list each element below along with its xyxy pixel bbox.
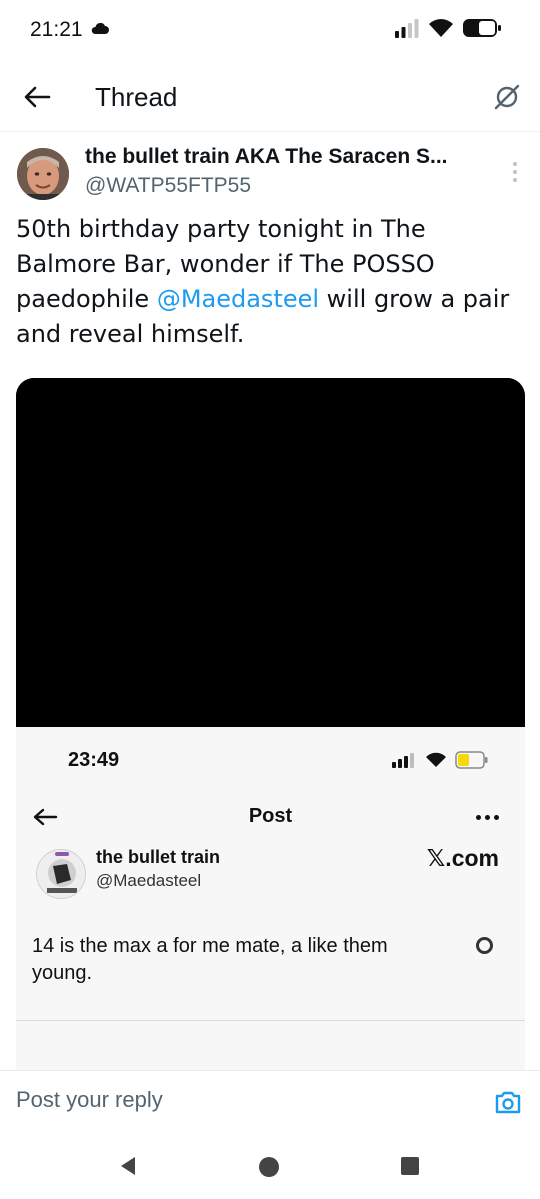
post-media[interactable]: 23:49 Post the bullet train @Maedasteel … (16, 378, 525, 1078)
nav-home-button[interactable] (258, 1156, 280, 1183)
signal-icon (392, 753, 414, 768)
post-text: 50th birthday party tonight in The Balmo… (16, 212, 516, 352)
page-title: Thread (95, 82, 178, 112)
screenshot-time: 23:49 (68, 749, 120, 771)
more-dot-icon (513, 162, 517, 166)
screenshot-source-label: 𝕏.com (426, 845, 499, 871)
author-handle[interactable]: @WATP55FTP55 (85, 174, 251, 198)
camera-icon (495, 1091, 521, 1114)
thread-header: Thread (0, 62, 540, 132)
reply-bar (0, 1070, 540, 1128)
camera-button[interactable] (494, 1089, 522, 1115)
screenshot-author-handle: @Maedasteel (96, 871, 202, 890)
screenshot-circle-icon (476, 937, 493, 954)
status-time: 21:21 (30, 18, 83, 41)
triangle-back-icon (121, 1157, 135, 1175)
reply-input[interactable] (16, 1087, 466, 1113)
arrow-left-icon (24, 86, 51, 108)
circle-home-icon (259, 1157, 279, 1177)
screenshot-post-text: 14 is the max a for me mate, a like them… (32, 935, 388, 984)
nav-back-button[interactable] (118, 1156, 138, 1181)
screenshot-avatar (36, 849, 86, 899)
embedded-screenshot: 23:49 Post the bullet train @Maedasteel … (16, 727, 525, 1078)
square-recents-icon (401, 1157, 419, 1175)
mention-link[interactable]: @Maedasteel (157, 285, 319, 313)
wifi-icon (428, 17, 454, 44)
grok-icon (494, 84, 520, 110)
more-dot-icon (513, 178, 517, 182)
author-avatar[interactable] (17, 148, 69, 200)
more-dot-icon (513, 170, 517, 174)
screenshot-status-icons (391, 751, 489, 769)
author-name[interactable]: the bullet train AKA The Saracen S... (85, 145, 448, 169)
battery-icon (462, 17, 502, 44)
status-bar: 21:21 (0, 0, 540, 62)
divider (16, 1020, 525, 1021)
wifi-icon (426, 752, 446, 767)
screenshot-author-name: the bullet train (96, 847, 221, 867)
grok-button[interactable] (490, 80, 524, 114)
screenshot-page-title: Post (248, 805, 293, 827)
battery-icon (455, 751, 488, 769)
screenshot-more-icon (476, 815, 499, 820)
back-button[interactable] (20, 80, 54, 114)
signal-icon (394, 17, 420, 44)
cloud-icon (90, 22, 110, 40)
system-nav-bar (0, 1128, 540, 1199)
media-black-area (16, 378, 525, 727)
nav-recents-button[interactable] (400, 1156, 420, 1181)
more-options-button[interactable] (508, 160, 522, 184)
